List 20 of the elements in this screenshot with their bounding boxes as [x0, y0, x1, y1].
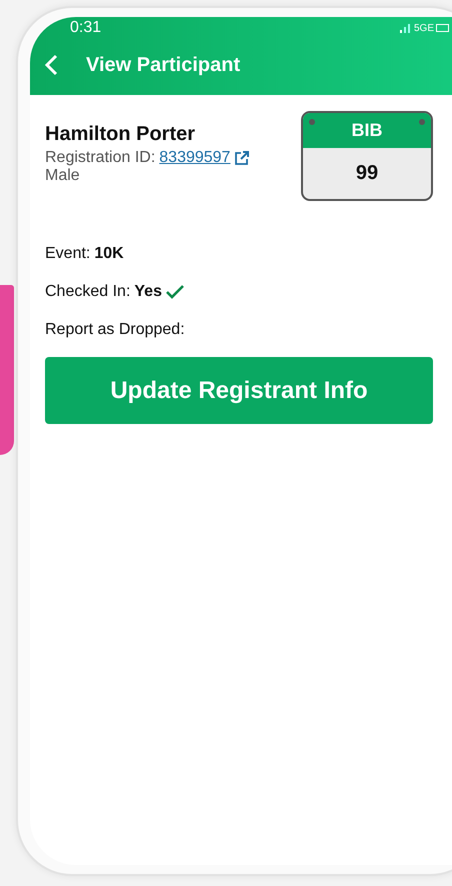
update-info-button[interactable]: Update Registrant Info	[45, 357, 433, 424]
field-label: Report as Dropped:	[45, 321, 185, 339]
field-label: Checked In:	[45, 283, 130, 301]
bib-number: 99	[354, 161, 380, 186]
back-icon[interactable]	[44, 54, 58, 76]
page-title: View Participant	[86, 54, 240, 76]
external-link-icon[interactable]	[234, 150, 250, 166]
registration-label: Registration ID:	[45, 149, 156, 167]
battery-icon	[436, 24, 450, 32]
signal-icon	[400, 23, 412, 33]
field-label: Event:	[45, 245, 90, 263]
field-value: Yes	[134, 283, 162, 301]
participant-name: Hamilton Porter	[45, 123, 196, 146]
network-label: 5GE	[414, 22, 434, 34]
bib-label: BIB	[303, 113, 431, 148]
registration-id-link[interactable]: 83399597	[159, 149, 230, 167]
checkmark-icon	[166, 285, 184, 299]
gender-text: Male	[45, 167, 81, 185]
status-time: 0:31	[70, 19, 102, 37]
field-value: 10K	[94, 245, 124, 263]
